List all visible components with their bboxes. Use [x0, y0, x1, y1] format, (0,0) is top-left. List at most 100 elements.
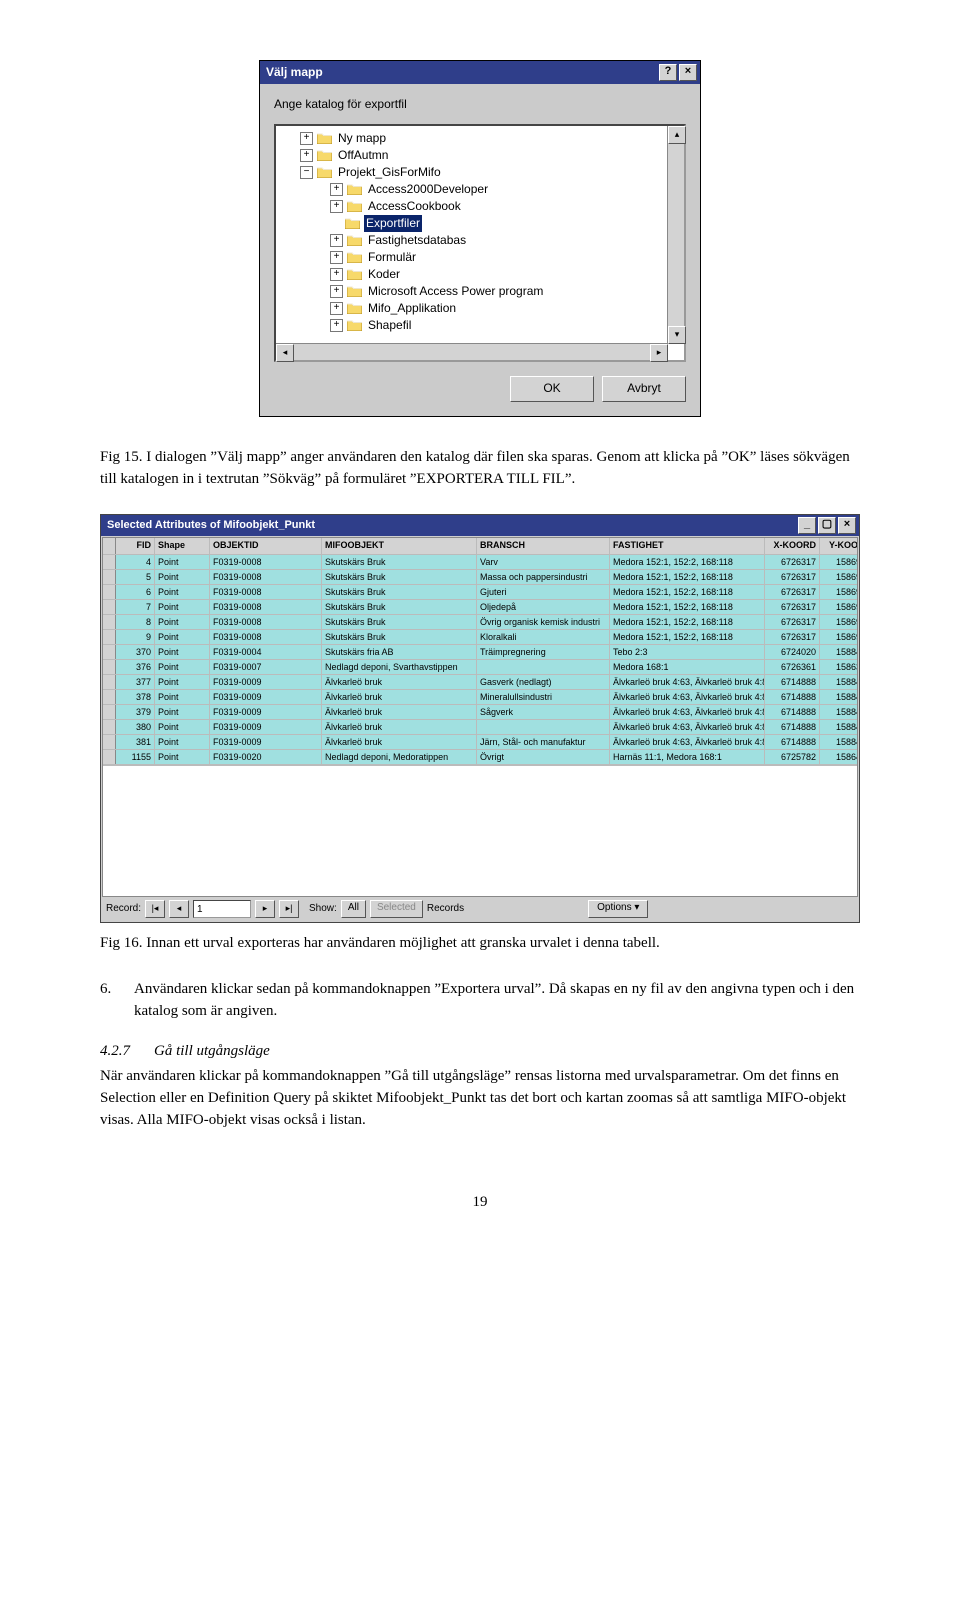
cell-mifoobjekt: Älvkarleö bruk	[322, 690, 477, 704]
scroll-left-icon[interactable]: ◂	[276, 344, 294, 362]
tree-item[interactable]: + Mifo_Applikation	[282, 300, 664, 317]
row-selector[interactable]	[103, 735, 116, 749]
maximize-button[interactable]: ▢	[818, 517, 836, 534]
folder-icon	[347, 319, 362, 331]
table-row[interactable]: 8PointF0319-0008Skutskärs BrukÖvrig orga…	[103, 615, 857, 630]
col-objektid[interactable]: OBJEKTID	[210, 538, 322, 554]
col-fid[interactable]: FID	[116, 538, 155, 554]
record-number-input[interactable]	[193, 900, 251, 918]
tree-item[interactable]: +AccessCookbook	[282, 198, 664, 215]
expand-icon[interactable]: +	[330, 234, 343, 247]
table-row[interactable]: 379PointF0319-0009Älvkarleö brukSågverkÄ…	[103, 705, 857, 720]
cell-x: 6726317	[765, 630, 820, 644]
col-fastighet[interactable]: FASTIGHET	[610, 538, 765, 554]
folder-dialog: Välj mapp ? × Ange katalog för exportfil…	[259, 60, 701, 417]
close-button[interactable]: ×	[838, 517, 856, 534]
attribute-table-window: Selected Attributes of Mifoobjekt_Punkt …	[100, 514, 860, 923]
tree-item[interactable]: +Ny mapp	[282, 130, 664, 147]
table-row[interactable]: 380PointF0319-0009Älvkarleö brukÄlvkarle…	[103, 720, 857, 735]
table-row[interactable]: 7PointF0319-0008Skutskärs BrukOljedepåMe…	[103, 600, 857, 615]
row-selector[interactable]	[103, 645, 116, 659]
cell-shape: Point	[155, 750, 210, 764]
col-shape[interactable]: Shape	[155, 538, 210, 554]
tree-item[interactable]: +Shapefil	[282, 317, 664, 334]
row-selector[interactable]	[103, 660, 116, 674]
col-x-koord[interactable]: X-KOORD	[765, 538, 820, 554]
expand-icon[interactable]: +	[330, 251, 343, 264]
row-selector[interactable]	[103, 675, 116, 689]
last-record-button[interactable]: ▸|	[279, 900, 299, 918]
ok-button[interactable]: OK	[510, 376, 594, 402]
col-bransch[interactable]: BRANSCH	[477, 538, 610, 554]
table-row[interactable]: 9PointF0319-0008Skutskärs BrukKloralkali…	[103, 630, 857, 645]
row-selector[interactable]	[103, 705, 116, 719]
row-selector[interactable]	[103, 690, 116, 704]
table-row[interactable]: 5PointF0319-0008Skutskärs BrukMassa och …	[103, 570, 857, 585]
col-mifoobjekt[interactable]: MIFOOBJEKT	[322, 538, 477, 554]
grid-header-row[interactable]: FID Shape OBJEKTID MIFOOBJEKT BRANSCH FA…	[103, 538, 857, 555]
table-row[interactable]: 6PointF0319-0008Skutskärs BrukGjuteriMed…	[103, 585, 857, 600]
expand-icon[interactable]: +	[330, 319, 343, 332]
cancel-button[interactable]: Avbryt	[602, 376, 686, 402]
row-selector[interactable]	[103, 630, 116, 644]
table-row[interactable]: 4PointF0319-0008Skutskärs BrukVarvMedora…	[103, 555, 857, 570]
expand-icon[interactable]: +	[330, 302, 343, 315]
tree-item[interactable]: +Fastighetsdatabas	[282, 232, 664, 249]
show-all-button[interactable]: All	[341, 900, 366, 918]
expand-icon[interactable]: +	[330, 268, 343, 281]
tree-item[interactable]: +OffAutmn	[282, 147, 664, 164]
show-selected-button[interactable]: Selected	[370, 900, 423, 918]
row-selector[interactable]	[103, 585, 116, 599]
row-selector[interactable]	[103, 720, 116, 734]
cell-fid: 6	[116, 585, 155, 599]
tree-item[interactable]: Exportfiler	[282, 215, 664, 232]
attribute-grid[interactable]: FID Shape OBJEKTID MIFOOBJEKT BRANSCH FA…	[102, 537, 858, 897]
expand-icon[interactable]: +	[300, 132, 313, 145]
horizontal-scrollbar[interactable]: ◂ ▸	[276, 343, 668, 360]
cell-fastighet: Medora 152:1, 152:2, 168:118	[610, 615, 765, 629]
close-button[interactable]: ×	[679, 64, 697, 81]
scroll-down-icon[interactable]: ▾	[668, 326, 686, 344]
table-row[interactable]: 378PointF0319-0009Älvkarleö brukMineralu…	[103, 690, 857, 705]
expand-icon[interactable]: +	[330, 183, 343, 196]
prev-record-button[interactable]: ◂	[169, 900, 189, 918]
dialog-titlebar[interactable]: Välj mapp ? ×	[260, 61, 700, 84]
col-y-koord[interactable]: Y-KOORD	[820, 538, 858, 554]
row-selector[interactable]	[103, 615, 116, 629]
vertical-scrollbar[interactable]: ▴ ▾	[667, 126, 684, 344]
expand-icon[interactable]: +	[330, 285, 343, 298]
cell-shape: Point	[155, 600, 210, 614]
folder-tree[interactable]: +Ny mapp+OffAutmn−Projekt_GisForMifo+Acc…	[274, 124, 686, 362]
options-button[interactable]: Options ▾	[588, 900, 648, 918]
collapse-icon[interactable]: −	[300, 166, 313, 179]
scroll-up-icon[interactable]: ▴	[668, 126, 686, 144]
expand-icon[interactable]: +	[300, 149, 313, 162]
tree-item-label: Koder	[366, 266, 402, 283]
minimize-button[interactable]: _	[798, 517, 816, 534]
tree-item[interactable]: +Formulär	[282, 249, 664, 266]
table-row[interactable]: 376PointF0319-0007Nedlagd deponi, Svarth…	[103, 660, 857, 675]
table-row[interactable]: 377PointF0319-0009Älvkarleö brukGasverk …	[103, 675, 857, 690]
table-row[interactable]: 381PointF0319-0009Älvkarleö brukJärn, St…	[103, 735, 857, 750]
tree-item[interactable]: +Access2000Developer	[282, 181, 664, 198]
tree-item[interactable]: −Projekt_GisForMifo	[282, 164, 664, 181]
scroll-right-icon[interactable]: ▸	[650, 344, 668, 362]
cell-fastighet: Medora 152:1, 152:2, 168:118	[610, 555, 765, 569]
expand-icon[interactable]: +	[330, 200, 343, 213]
first-record-button[interactable]: |◂	[145, 900, 165, 918]
help-button[interactable]: ?	[659, 64, 677, 81]
cell-y: 1586946	[820, 600, 858, 614]
row-selector[interactable]	[103, 570, 116, 584]
tree-item[interactable]: +Microsoft Access Power program	[282, 283, 664, 300]
table-row[interactable]: 1155PointF0319-0020Nedlagd deponi, Medor…	[103, 750, 857, 765]
row-selector[interactable]	[103, 750, 116, 764]
row-selector[interactable]	[103, 600, 116, 614]
tree-item[interactable]: + Koder	[282, 266, 664, 283]
table-row[interactable]: 370PointF0319-0004Skutskärs fria ABTräim…	[103, 645, 857, 660]
cell-y: 1586946	[820, 570, 858, 584]
attr-titlebar[interactable]: Selected Attributes of Mifoobjekt_Punkt …	[101, 515, 859, 536]
row-selector[interactable]	[103, 555, 116, 569]
cell-fid: 9	[116, 630, 155, 644]
tree-item-label: Mifo_Applikation	[366, 300, 458, 317]
next-record-button[interactable]: ▸	[255, 900, 275, 918]
